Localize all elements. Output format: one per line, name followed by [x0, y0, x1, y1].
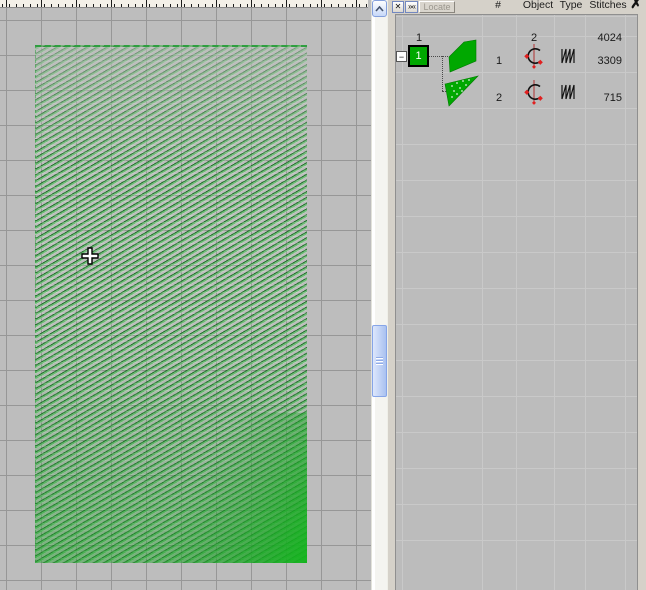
panel-close-button[interactable]: ✕ [392, 1, 404, 13]
embroidery-fill-object[interactable] [35, 45, 307, 563]
scrollbar-thumb[interactable] [372, 325, 387, 397]
panel-collapse-button[interactable]: »« [405, 1, 418, 13]
column-header-type: Type [560, 0, 583, 11]
object-2-fill-icon[interactable] [524, 79, 544, 108]
thumb-grip [376, 357, 383, 366]
object-2-thumbnail[interactable] [444, 75, 480, 110]
group-total-stitches: 4024 [572, 32, 622, 44]
tree-connector [429, 56, 448, 57]
dense-stitch-corner [137, 413, 307, 563]
object-2-number: 2 [484, 92, 514, 104]
locate-button[interactable]: Locate [419, 1, 455, 13]
tree-expand-toggle[interactable]: − [396, 51, 407, 62]
horizontal-ruler [0, 0, 368, 8]
object-order-panel: ✕ »« Locate # Object Type Stitches ✗ 1 2… [387, 0, 646, 590]
object-1-thumbnail[interactable] [448, 39, 478, 76]
thread-color-number: 1 [415, 50, 421, 62]
column-header-stitches: Stitches [589, 0, 626, 11]
chevron-up-icon [375, 6, 384, 12]
thread-color-chip[interactable]: 1 [408, 45, 429, 67]
object-1-stitch-count: 3309 [572, 55, 622, 67]
column-header-number: # [495, 0, 501, 11]
panel-header: ✕ »« Locate # Object Type Stitches ✗ [388, 0, 646, 14]
canvas-vertical-scrollbar[interactable] [371, 0, 387, 590]
panel-pin-icon[interactable]: ✗ [630, 0, 642, 12]
object-2-stitch-count: 715 [572, 92, 622, 104]
crosshair-cursor [81, 247, 99, 265]
column-header-object: Object [523, 0, 553, 11]
tree-connector [442, 56, 443, 91]
object-list: 1 2 4024 − 1 1 [395, 14, 638, 590]
object-1-fill-icon[interactable] [524, 43, 544, 72]
design-canvas[interactable] [0, 0, 371, 590]
group-number: 1 [404, 32, 434, 44]
scroll-up-button[interactable] [372, 0, 387, 17]
object-1-number: 1 [484, 55, 514, 67]
